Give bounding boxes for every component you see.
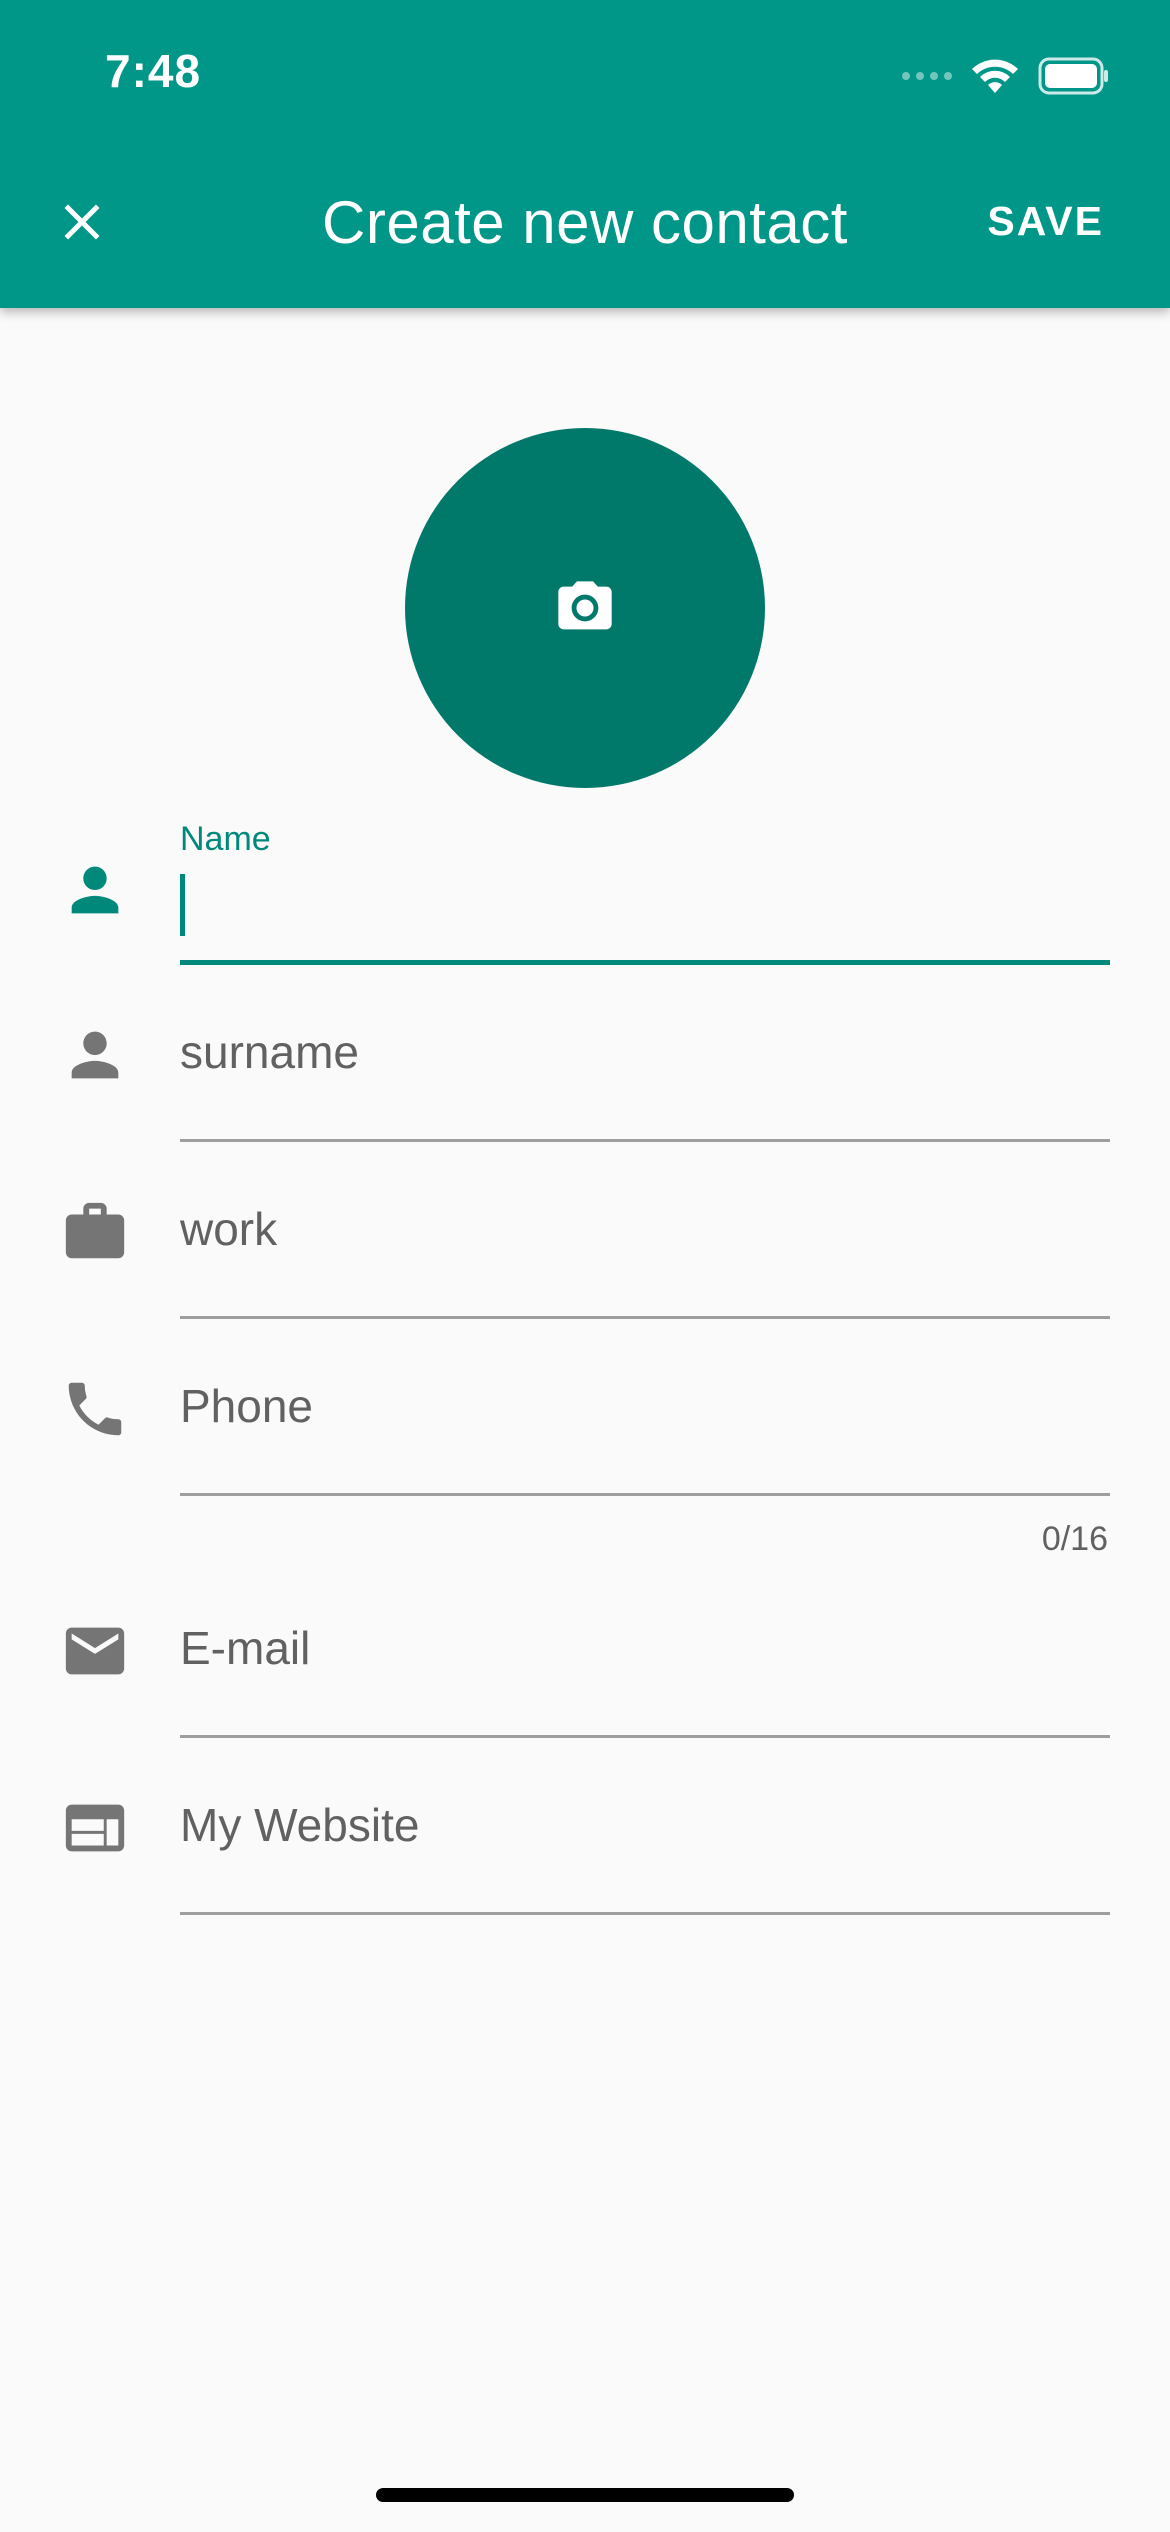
work-row: work (0, 1177, 1170, 1322)
status-icons (902, 52, 1110, 100)
home-indicator (376, 2488, 794, 2502)
name-underline (180, 960, 1110, 965)
website-row: My Website (0, 1773, 1170, 1918)
surname-row: surname (0, 1000, 1170, 1145)
cellular-signal-icon (902, 72, 952, 80)
email-field[interactable]: E-mail (180, 1596, 1110, 1741)
work-field[interactable]: work (180, 1177, 1110, 1322)
mail-icon (65, 1627, 125, 1675)
person-icon (71, 866, 119, 914)
email-underline (180, 1735, 1110, 1738)
work-placeholder: work (180, 1203, 278, 1255)
email-placeholder: E-mail (180, 1622, 311, 1674)
phone-underline (180, 1493, 1110, 1496)
website-placeholder: My Website (180, 1799, 420, 1851)
surname-underline (180, 1139, 1110, 1142)
web-icon (65, 1804, 125, 1852)
photo-picker-button[interactable] (405, 428, 765, 788)
name-label: Name (180, 820, 271, 858)
email-row: E-mail (0, 1596, 1170, 1741)
person-icon (71, 1031, 119, 1079)
camera-icon (558, 581, 612, 630)
battery-icon (1038, 57, 1108, 95)
phone-row: Phone 0/16 (0, 1354, 1170, 1564)
surname-placeholder: surname (180, 1026, 359, 1078)
name-field[interactable]: Name (180, 820, 1110, 970)
phone-icon (68, 1382, 122, 1436)
status-time: 7:48 (105, 45, 202, 97)
phone-placeholder: Phone (180, 1380, 314, 1432)
phone-field[interactable]: Phone (180, 1354, 1110, 1499)
website-underline (180, 1912, 1110, 1915)
briefcase-icon (65, 1202, 125, 1259)
app-bar: 7:48 Create new contact SAVE (0, 0, 1170, 308)
website-field[interactable]: My Website (180, 1773, 1110, 1918)
save-button[interactable]: SAVE (987, 198, 1104, 245)
surname-field[interactable]: surname (180, 1000, 1110, 1145)
work-underline (180, 1316, 1110, 1319)
text-cursor (180, 874, 185, 936)
name-row: Name (0, 820, 1170, 970)
wifi-icon (972, 59, 1018, 93)
phone-char-counter: 0/16 (1041, 1520, 1108, 1558)
